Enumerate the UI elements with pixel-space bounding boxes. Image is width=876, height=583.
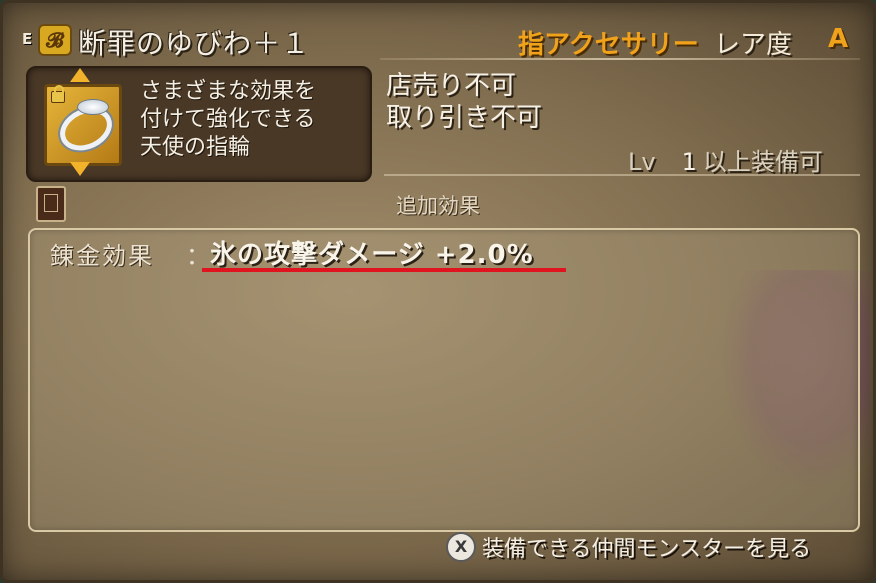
item-description: さまざまな効果を 付けて強化できる 天使の指輪 — [140, 79, 317, 160]
ring-gem-shape — [77, 99, 109, 115]
lock-icon — [51, 85, 65, 103]
ring-type-icon: 𝓑 — [38, 24, 72, 56]
trade-restrictions: 店売り不可 取り引き不可 — [386, 71, 543, 133]
lv-label: Lv — [628, 148, 656, 176]
down-arrow-icon[interactable] — [70, 162, 90, 176]
section-divider — [384, 174, 860, 176]
up-arrow-icon[interactable] — [70, 68, 90, 82]
lv-number: 1 — [681, 148, 697, 176]
x-button-icon[interactable]: X — [446, 532, 476, 562]
lv-suffix: 以上装備可 — [702, 148, 823, 176]
view-monsters-hint[interactable]: X 装備できる仲間モンスターを見る — [446, 530, 811, 564]
level-requirement: Lv 1 以上装備可 — [628, 142, 823, 177]
description-panel: さまざまな効果を 付けて強化できる 天使の指輪 — [26, 66, 372, 182]
rarity-label: レア度 — [714, 30, 793, 60]
equipped-badge: E — [22, 30, 33, 48]
item-name: 断罪のゆびわ＋１ — [78, 27, 311, 60]
effects-panel — [28, 228, 860, 532]
highlight-underline — [202, 268, 566, 272]
additional-effects-title: 追加効果 — [396, 194, 480, 218]
rarity-value: A — [828, 24, 849, 54]
item-header: E 𝓑 断罪のゆびわ＋１ 指アクセサリー レア度 A — [22, 16, 862, 62]
header-divider — [380, 58, 860, 60]
alchemy-effect-colon: ： — [186, 242, 210, 270]
ring-item-icon — [44, 84, 122, 166]
view-monsters-hint-label: 装備できる仲間モンスターを見る — [482, 537, 812, 562]
alchemy-effect-label: 錬金効果 — [50, 242, 154, 270]
alchemy-effect-value: 氷の攻撃ダメージ +2.0% — [210, 240, 534, 270]
item-category: 指アクセサリー — [518, 30, 699, 60]
